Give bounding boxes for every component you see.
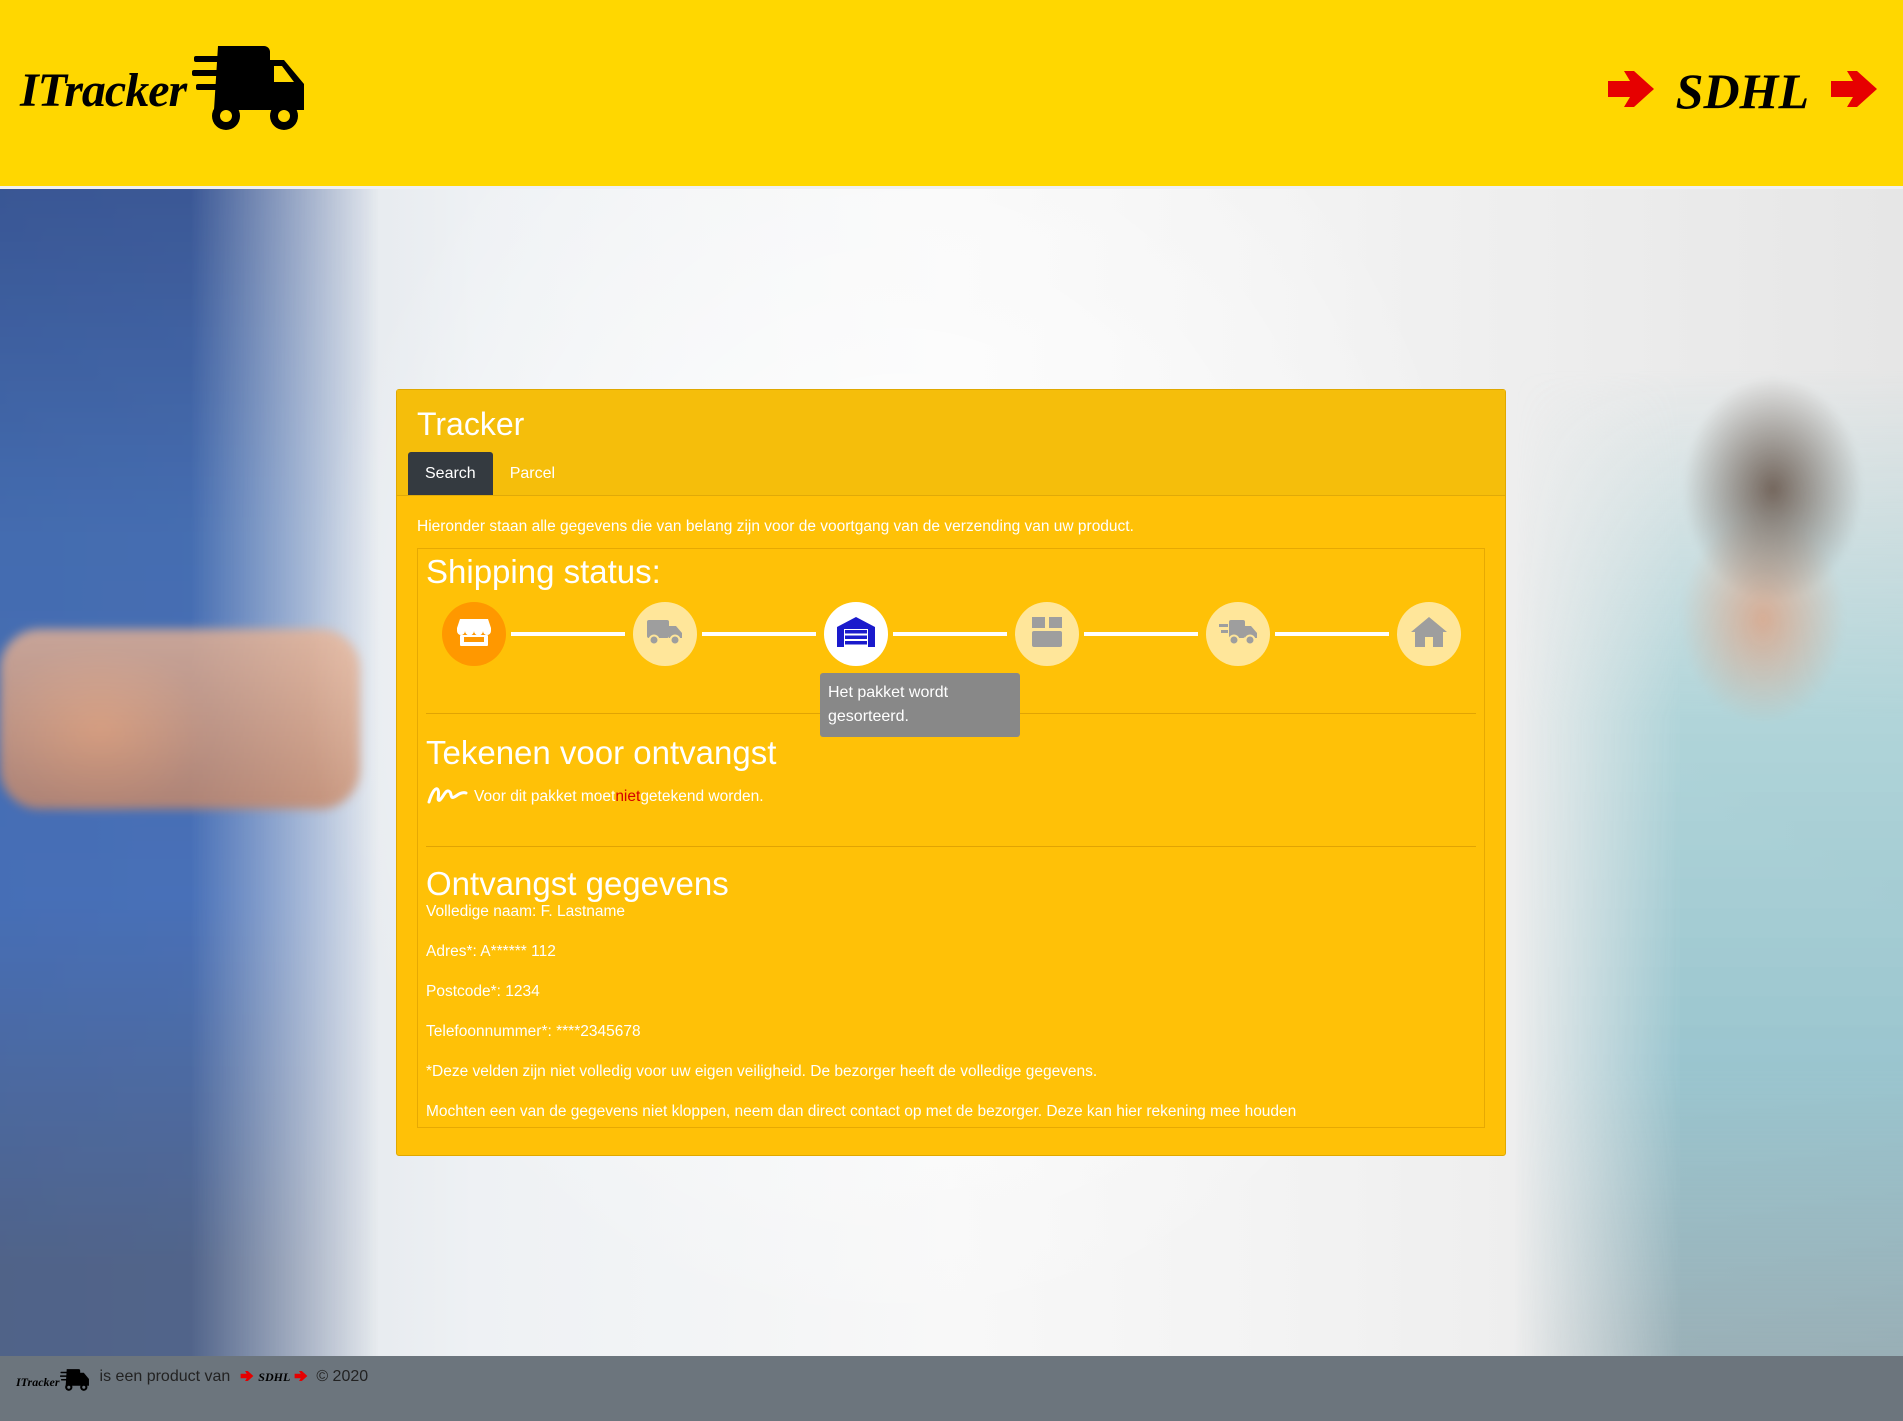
step-truck[interactable] — [633, 602, 697, 666]
receipt-privacy-note: *Deze velden zijn niet volledig voor uw … — [426, 1063, 1098, 1080]
signature-heading: Tekenen voor ontvangst — [426, 734, 777, 771]
home-icon — [1411, 616, 1447, 652]
tab-search[interactable]: Search — [408, 452, 493, 495]
receipt-address: Adres*: A****** 112 — [426, 943, 556, 960]
footer-product-text: is een product van — [99, 1368, 231, 1385]
site-footer: ITracker is een product van SDHL © 2020 — [0, 1356, 1903, 1421]
card-header: Tracker Search Parcel — [397, 390, 1505, 496]
signature-note: Voor dit pakket moet niet getekend worde… — [426, 782, 1476, 811]
footer-copyright: © 2020 — [316, 1368, 369, 1385]
red-arrow-icon — [1606, 70, 1656, 112]
signature-text-before: Voor dit pakket moet — [474, 787, 616, 805]
itracker-logo[interactable]: ITracker — [20, 42, 308, 139]
package-icon — [1030, 615, 1064, 654]
shipping-status-section: Shipping status: Het pakket wordt gesort… — [426, 549, 1476, 737]
fast-truck-icon — [59, 1368, 90, 1397]
tab-bar: Search Parcel — [408, 452, 572, 495]
step-warehouse[interactable] — [824, 602, 888, 666]
footer-brand-text: SDHL — [258, 1369, 291, 1384]
warehouse-icon — [837, 616, 875, 652]
logo-text: ITracker — [20, 64, 187, 117]
details-panel: Shipping status: Het pakket wordt gesort… — [417, 548, 1485, 1128]
delivery-truck-icon — [1219, 618, 1257, 651]
signature-icon — [426, 782, 468, 811]
footer-logo-text: ITracker — [16, 1375, 60, 1389]
signature-section: Tekenen voor ontvangst Voor dit pakket m… — [426, 714, 1476, 847]
background-photo-customer — [1513, 369, 1903, 1356]
intro-text: Hieronder staan alle gegevens die van be… — [417, 518, 1134, 535]
signature-text-after: getekend worden. — [640, 787, 764, 805]
tab-parcel[interactable]: Parcel — [493, 452, 572, 495]
card-body: Hieronder staan alle gegevens die van be… — [397, 496, 1505, 1128]
site-header: ITracker SDHL — [0, 0, 1903, 189]
progress-connector — [702, 632, 816, 636]
receipt-heading: Ontvangst gegevens — [426, 865, 729, 902]
red-arrow-icon — [294, 1368, 308, 1386]
progress-connector — [511, 632, 625, 636]
progress-connector — [1275, 632, 1389, 636]
sdhl-brand[interactable]: SDHL — [1606, 62, 1879, 120]
progress-connector — [1084, 632, 1198, 636]
fast-truck-icon — [192, 42, 308, 139]
shipping-status-heading: Shipping status: — [426, 553, 661, 590]
brand-text: SDHL — [1675, 63, 1809, 119]
card-title: Tracker — [417, 406, 525, 442]
progress-steps — [434, 602, 1461, 666]
receipt-name: Volledige naam: F. Lastname — [426, 903, 626, 920]
red-arrow-icon — [1829, 70, 1879, 112]
step-delivery[interactable] — [1206, 602, 1270, 666]
receipt-contact-note: Mochten een van de gegevens niet kloppen… — [426, 1103, 1297, 1120]
progress-connector — [893, 632, 1007, 636]
footer-itracker-logo[interactable]: ITracker — [16, 1368, 90, 1397]
tracker-card: Tracker Search Parcel Hieronder staan al… — [396, 389, 1506, 1156]
red-arrow-icon — [240, 1368, 254, 1386]
receipt-phone: Telefoonnummer*: ****2345678 — [426, 1023, 641, 1040]
store-icon — [457, 617, 491, 652]
receipt-section: Ontvangst gegevens Volledige naam: F. La… — [426, 847, 1476, 1121]
footer-sdhl-brand[interactable]: SDHL — [240, 1368, 308, 1386]
step-store[interactable] — [442, 602, 506, 666]
receipt-postcode: Postcode*: 1234 — [426, 983, 540, 1000]
truck-icon — [647, 618, 683, 651]
signature-text-highlight: niet — [615, 787, 641, 805]
step-home[interactable] — [1397, 602, 1461, 666]
step-package[interactable] — [1015, 602, 1079, 666]
